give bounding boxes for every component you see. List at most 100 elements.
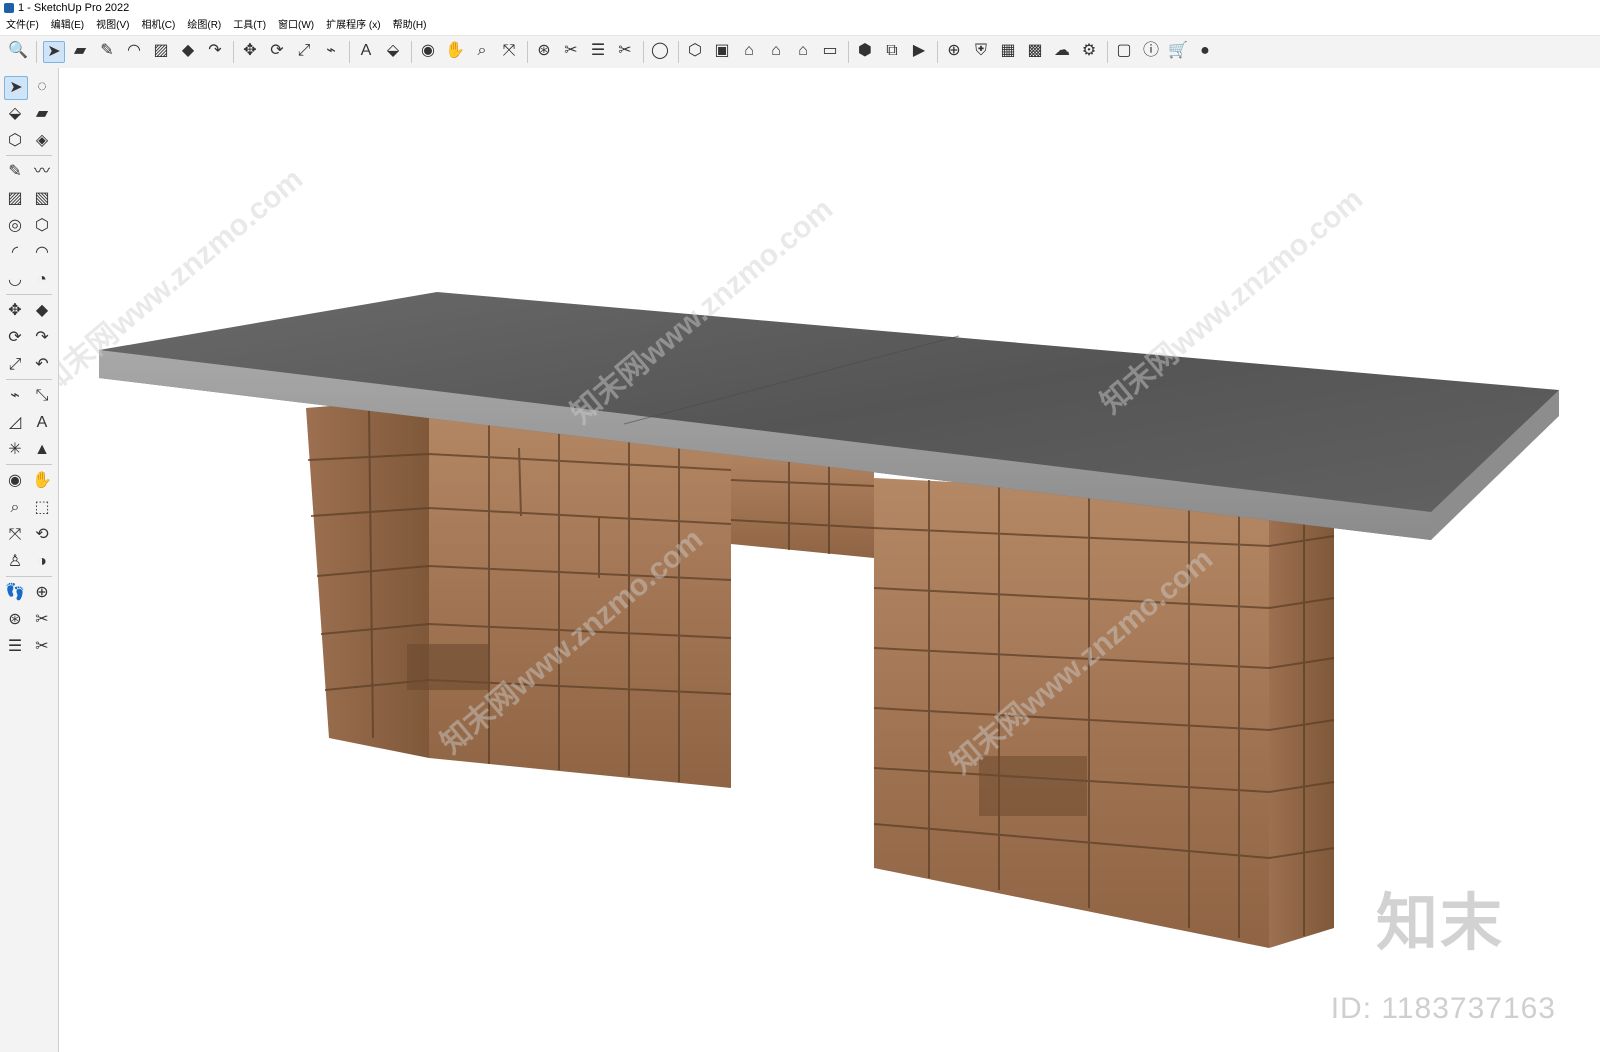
arc-icon[interactable]: ◠ xyxy=(124,41,144,61)
menu-item[interactable]: 相机(C) xyxy=(135,17,181,34)
text-icon[interactable]: A xyxy=(356,41,376,61)
add-icon[interactable]: ⊕ xyxy=(944,41,964,61)
back-view-icon[interactable]: ⌂ xyxy=(793,41,813,61)
model-id: ID: 1183737163 xyxy=(1330,992,1556,1025)
top-toolbar: 🔍 ➤ ▰ ✎ ◠ ▨ ◆ ↷ ✥ ⟳ ⤢ ⌁ A ⬙ ◉ ✋ ⌕ ⤧ ⊛ ✂ ☰ ✂ ◯ ⬡ ▣ ⌂ ⌂ ⌂ ▭ ⬢ ⧉ ▶ ⊕ ⛨ ▦ ▩ ☁ ⚙ ▢ ⓘ… xyxy=(0,35,1600,69)
menu-item[interactable]: 视图(V) xyxy=(90,17,135,34)
pencil-icon[interactable]: ✎ xyxy=(97,41,117,61)
component-icon[interactable]: ⬡ xyxy=(4,130,26,152)
layers-icon[interactable]: ☰ xyxy=(588,41,608,61)
arc-icon[interactable]: ◜ xyxy=(4,242,26,264)
3d-text-icon[interactable]: ▲ xyxy=(31,439,53,461)
text-icon[interactable]: A xyxy=(31,412,53,434)
zoom-icon[interactable]: ⌕ xyxy=(472,41,492,61)
select-icon[interactable]: ➤ xyxy=(4,76,28,100)
left-view-icon[interactable]: ▭ xyxy=(820,41,840,61)
rotate-icon[interactable]: ⟳ xyxy=(267,41,287,61)
toolbar-separator xyxy=(349,41,350,63)
lasso-icon[interactable]: ◌ xyxy=(31,76,53,98)
move-icon[interactable]: ✥ xyxy=(4,300,26,322)
cart-icon[interactable]: 🛒 xyxy=(1168,41,1188,61)
menu-item[interactable]: 窗口(W) xyxy=(272,17,320,34)
walk-icon[interactable]: 👣 xyxy=(4,582,26,604)
select-icon[interactable]: ➤ xyxy=(43,41,65,63)
window-title: 1 - SketchUp Pro 2022 xyxy=(18,2,130,14)
rotate-icon[interactable]: ⟳ xyxy=(4,327,26,349)
user-icon[interactable]: ◯ xyxy=(650,41,670,61)
menu-item[interactable]: 扩展程序 (x) xyxy=(320,17,386,34)
pushpull-icon[interactable]: ◆ xyxy=(178,41,198,61)
move-icon[interactable]: ✥ xyxy=(240,41,260,61)
followme-icon[interactable]: ↷ xyxy=(31,327,53,349)
section-plane-icon[interactable]: ⊕ xyxy=(31,582,53,604)
look-around-icon[interactable]: ◑ xyxy=(31,551,53,573)
settings-icon[interactable]: ⚙ xyxy=(1079,41,1099,61)
two-point-arc-icon[interactable]: ◠ xyxy=(31,242,53,264)
position-camera-icon[interactable]: ♙ xyxy=(4,551,26,573)
menu-item[interactable]: 工具(T) xyxy=(227,17,272,34)
axes-icon[interactable]: ✳ xyxy=(4,439,26,461)
share-icon[interactable]: ✂ xyxy=(615,41,635,61)
extension-icon[interactable]: ✂ xyxy=(561,41,581,61)
orbit-icon[interactable]: ◉ xyxy=(4,470,26,492)
chart-icon[interactable]: ▦ xyxy=(998,41,1018,61)
rectangle-icon[interactable]: ▨ xyxy=(151,41,171,61)
info-icon[interactable]: ⓘ xyxy=(1141,41,1161,61)
zoom-icon[interactable]: ⌕ xyxy=(4,497,26,519)
three-point-arc-icon[interactable]: ◡ xyxy=(4,269,26,291)
freehand-icon[interactable]: 〰 xyxy=(31,161,53,183)
iso-view-icon[interactable]: ⬡ xyxy=(685,41,705,61)
menu-item[interactable]: 绘图(R) xyxy=(181,17,227,34)
orbit-icon[interactable]: ◉ xyxy=(418,41,438,61)
tape-icon[interactable]: ⌁ xyxy=(4,385,26,407)
extension-warehouse-icon[interactable]: ✂ xyxy=(31,609,53,631)
previous-view-icon[interactable]: ⟲ xyxy=(31,524,53,546)
menu-item[interactable]: 编辑(E) xyxy=(45,17,90,34)
zoom-extents-icon[interactable]: ⤧ xyxy=(4,524,26,546)
scale-icon[interactable]: ⤢ xyxy=(4,354,26,376)
toolbar-separator xyxy=(411,41,412,63)
right-stone-pillar xyxy=(873,478,1335,948)
eraser-icon[interactable]: ▰ xyxy=(70,41,90,61)
pushpull-icon[interactable]: ◆ xyxy=(31,300,53,322)
home-view-icon[interactable]: ⌂ xyxy=(739,41,759,61)
menu-item[interactable]: 帮助(H) xyxy=(387,17,433,34)
scale-icon[interactable]: ⤢ xyxy=(294,41,314,61)
followme-icon[interactable]: ↷ xyxy=(205,41,225,61)
polygon-icon[interactable]: ⬡ xyxy=(31,215,53,237)
rotated-rect-icon[interactable]: ▧ xyxy=(31,188,53,210)
line-icon[interactable]: ✎ xyxy=(4,161,26,183)
paint-bucket-icon[interactable]: ⬙ xyxy=(383,41,403,61)
warehouse-icon[interactable]: ⊛ xyxy=(534,41,554,61)
protractor-icon[interactable]: ◿ xyxy=(4,412,26,434)
paint-icon[interactable]: ⬙ xyxy=(4,103,26,125)
zoom-extents-icon[interactable]: ⤧ xyxy=(499,41,519,61)
dimension-icon[interactable]: ⤡ xyxy=(31,385,53,407)
pie-icon[interactable]: ◔ xyxy=(31,269,53,291)
model-viewport[interactable]: 知末网www.znzmo.com 知末网www.znzmo.com 知末网www… xyxy=(59,68,1600,1052)
rectangle-icon[interactable]: ▨ xyxy=(4,188,26,210)
share-icon[interactable]: ✂ xyxy=(31,636,53,658)
menu-item[interactable]: 文件(F) xyxy=(0,17,45,34)
right-view-icon[interactable]: ▣ xyxy=(712,41,732,61)
tape-measure-icon[interactable]: ⌁ xyxy=(321,41,341,61)
tag-icon[interactable]: ◈ xyxy=(31,130,53,152)
cloud-icon[interactable]: ☁ xyxy=(1052,41,1072,61)
front-view-icon[interactable]: ⌂ xyxy=(766,41,786,61)
solid-tools-icon[interactable]: ⬢ xyxy=(855,41,875,61)
offset-icon[interactable]: ↶ xyxy=(31,354,53,376)
circle-icon[interactable]: ◎ xyxy=(4,215,26,237)
zoom-window-icon[interactable]: ⬚ xyxy=(31,497,53,519)
eraser-icon[interactable]: ▰ xyxy=(31,103,53,125)
camera-icon[interactable]: ▶ xyxy=(909,41,929,61)
shield-icon[interactable]: ⛨ xyxy=(971,41,991,61)
warehouse-icon[interactable]: ⊛ xyxy=(4,609,26,631)
section-icon[interactable]: ⧉ xyxy=(882,41,902,61)
layout-icon[interactable]: ☰ xyxy=(4,636,26,658)
account-icon[interactable]: ● xyxy=(1195,41,1215,61)
pan-icon[interactable]: ✋ xyxy=(445,41,465,61)
search-icon[interactable]: 🔍 xyxy=(8,41,28,61)
checker-icon[interactable]: ▩ xyxy=(1025,41,1045,61)
window-icon[interactable]: ▢ xyxy=(1114,41,1134,61)
pan-icon[interactable]: ✋ xyxy=(31,470,53,492)
